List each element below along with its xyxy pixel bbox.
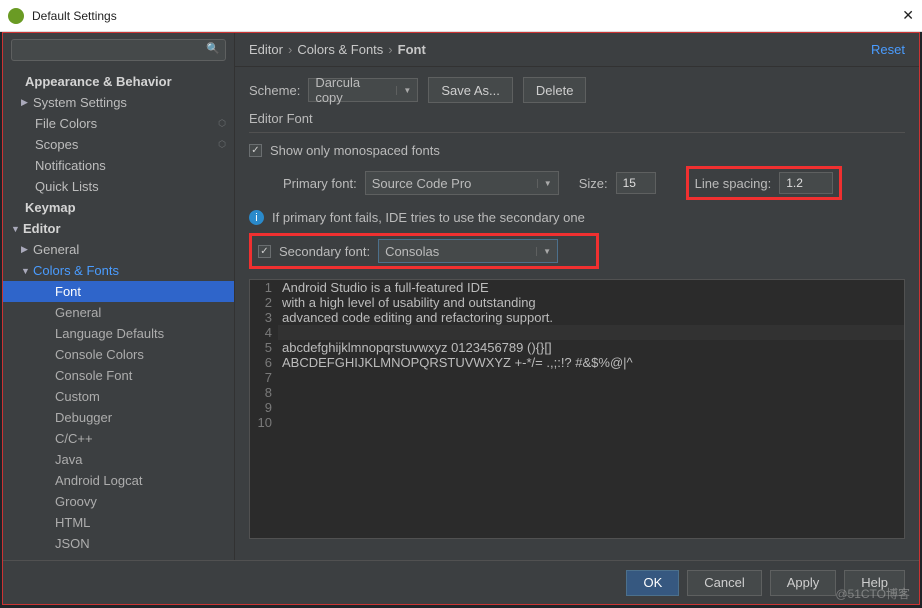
info-text: If primary font fails, IDE tries to use … (272, 210, 585, 225)
settings-tree: Appearance & Behavior ▶System Settings F… (3, 67, 234, 554)
crumb-editor[interactable]: Editor (249, 42, 283, 57)
sidebar-item-font[interactable]: Font (3, 281, 234, 302)
sidebar-item-language-defaults[interactable]: Language Defaults (3, 323, 234, 344)
reset-link[interactable]: Reset (871, 42, 905, 57)
line-spacing-highlight: Line spacing: (686, 166, 843, 200)
scheme-label: Scheme: (249, 83, 300, 98)
show-monospaced-checkbox[interactable] (249, 144, 262, 157)
primary-font-label: Primary font: (283, 176, 357, 191)
section-editor-font: Editor Font (249, 111, 905, 126)
delete-button[interactable]: Delete (523, 77, 587, 103)
sidebar-item-general[interactable]: ▶General (3, 239, 234, 260)
chevron-down-icon: ▼ (396, 86, 411, 95)
app-icon (8, 8, 24, 24)
settings-content: Editor › Colors & Fonts › Font Reset Sch… (235, 33, 919, 560)
sidebar-item-debugger[interactable]: Debugger (3, 407, 234, 428)
save-as-button[interactable]: Save As... (428, 77, 513, 103)
sidebar-item-groovy[interactable]: Groovy (3, 491, 234, 512)
sidebar-item-cpp[interactable]: C/C++ (3, 428, 234, 449)
search-input[interactable] (11, 39, 226, 61)
sidebar-item-logcat[interactable]: Android Logcat (3, 470, 234, 491)
chevron-down-icon: ▼ (536, 247, 551, 256)
chevron-down-icon: ▼ (21, 266, 33, 276)
apply-button[interactable]: Apply (770, 570, 837, 596)
sidebar-item-custom[interactable]: Custom (3, 386, 234, 407)
window-title: Default Settings (32, 9, 902, 23)
cancel-button[interactable]: Cancel (687, 570, 761, 596)
secondary-font-combo[interactable]: Consolas ▼ (378, 239, 558, 263)
sidebar-item-appearance[interactable]: Appearance & Behavior (3, 71, 234, 92)
sidebar-item-scopes[interactable]: Scopes⬡ (3, 134, 234, 155)
ok-button[interactable]: OK (626, 570, 679, 596)
divider (249, 132, 905, 133)
sidebar-item-system-settings[interactable]: ▶System Settings (3, 92, 234, 113)
sidebar-item-notifications[interactable]: Notifications (3, 155, 234, 176)
size-input[interactable] (616, 172, 656, 194)
chevron-right-icon: ▶ (21, 244, 33, 255)
line-spacing-label: Line spacing: (695, 176, 772, 191)
sidebar-item-editor[interactable]: ▼Editor (3, 218, 234, 239)
primary-font-combo[interactable]: Source Code Pro ▼ (365, 171, 559, 195)
font-preview: 1Android Studio is a full-featured IDE 2… (249, 279, 905, 539)
sidebar-item-colors-fonts[interactable]: ▼Colors & Fonts (3, 260, 234, 281)
line-spacing-input[interactable] (779, 172, 833, 194)
sidebar-item-cf-general[interactable]: General (3, 302, 234, 323)
chevron-down-icon: ▼ (537, 179, 552, 188)
sidebar-item-console-font[interactable]: Console Font (3, 365, 234, 386)
info-icon: i (249, 210, 264, 225)
watermark: @51CTO博客 (835, 585, 910, 602)
sidebar-item-console-colors[interactable]: Console Colors (3, 344, 234, 365)
show-monospaced-label: Show only monospaced fonts (270, 143, 440, 158)
scheme-combo[interactable]: Darcula copy ▼ (308, 78, 418, 102)
sidebar-item-file-colors[interactable]: File Colors⬡ (3, 113, 234, 134)
breadcrumb: Editor › Colors & Fonts › Font Reset (235, 33, 919, 67)
sidebar-item-html[interactable]: HTML (3, 512, 234, 533)
chevron-down-icon: ▼ (11, 224, 23, 234)
title-bar: Default Settings ✕ (0, 0, 922, 32)
content-frame: 🔍 Appearance & Behavior ▶System Settings… (2, 32, 920, 605)
settings-sidebar: 🔍 Appearance & Behavior ▶System Settings… (3, 33, 235, 560)
sidebar-item-java[interactable]: Java (3, 449, 234, 470)
sidebar-item-json[interactable]: JSON (3, 533, 234, 554)
secondary-font-highlight: Secondary font: Consolas ▼ (249, 233, 599, 269)
secondary-font-value: Consolas (385, 244, 439, 259)
sidebar-item-keymap[interactable]: Keymap (3, 197, 234, 218)
sidebar-item-quick-lists[interactable]: Quick Lists (3, 176, 234, 197)
primary-font-value: Source Code Pro (372, 176, 472, 191)
search-icon: 🔍 (206, 42, 220, 55)
secondary-font-label: Secondary font: (279, 244, 370, 259)
dialog-buttons: OK Cancel Apply Help (3, 560, 919, 604)
chevron-right-icon: ▶ (21, 97, 33, 108)
scheme-value: Darcula copy (315, 75, 390, 105)
close-icon[interactable]: ✕ (902, 7, 914, 24)
crumb-colors-fonts[interactable]: Colors & Fonts (297, 42, 383, 57)
size-label: Size: (579, 176, 608, 191)
secondary-font-checkbox[interactable] (258, 245, 271, 258)
crumb-font: Font (398, 42, 426, 57)
